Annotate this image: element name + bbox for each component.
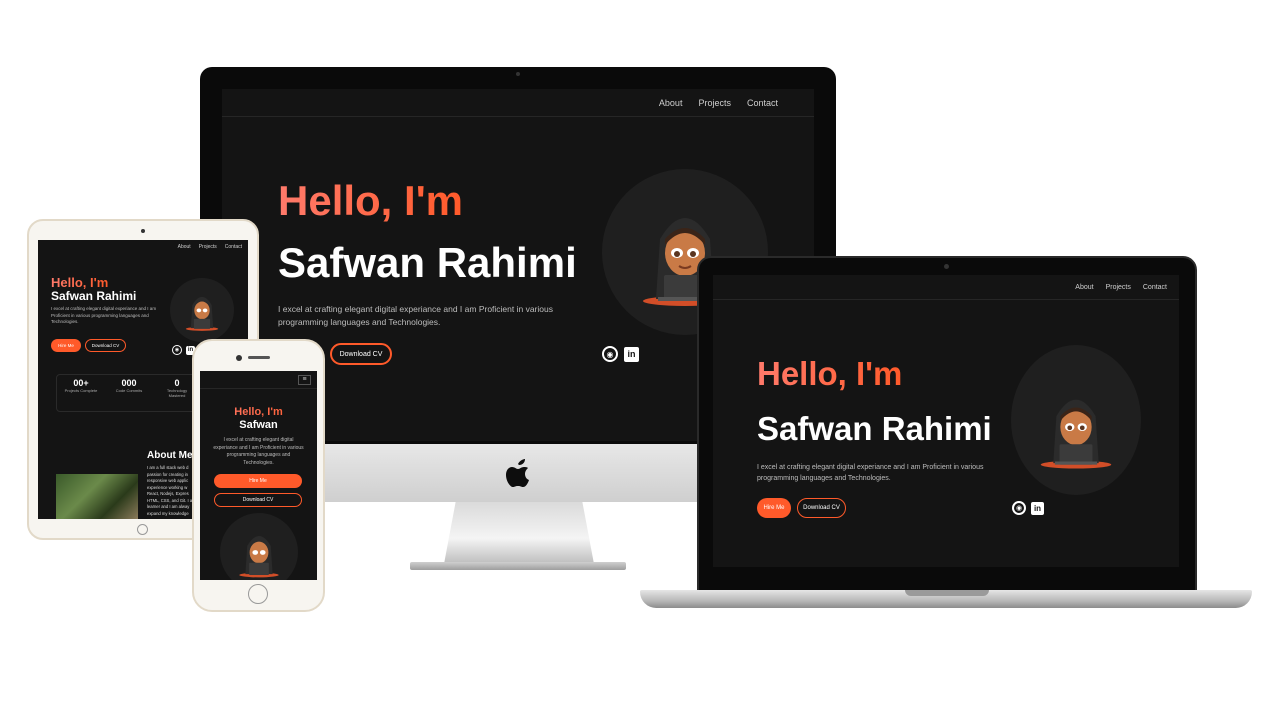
- stat-value: 000: [121, 378, 137, 388]
- hero-description: I excel at crafting elegant digital expe…: [51, 306, 157, 325]
- hero-description: I excel at crafting elegant digital expe…: [278, 304, 553, 327]
- download-cv-label: Download CV: [91, 343, 120, 348]
- stat-label: Technology Mastered: [166, 388, 188, 399]
- nav-projects[interactable]: Projects: [1106, 284, 1131, 291]
- social-links: ◉ in: [1012, 501, 1044, 515]
- nav-projects[interactable]: Projects: [199, 244, 217, 250]
- stat-label: Projects Complete: [64, 388, 98, 393]
- hero-hello: Hello, I'm: [200, 406, 317, 418]
- avatar-circle: [170, 278, 234, 342]
- github-icon[interactable]: ◉: [172, 345, 182, 355]
- hire-me-button[interactable]: Hire Me: [757, 498, 791, 518]
- hero-name: Safwan Rahimi: [278, 239, 577, 286]
- navbar: About Projects Contact: [38, 240, 248, 254]
- nav-about[interactable]: About: [178, 244, 191, 250]
- hero-hello: Hello, I'm: [757, 355, 903, 392]
- hire-me-label: Hire Me: [763, 505, 785, 511]
- phone-screen: ≡ Hello, I'm Safwan I excel at crafting …: [200, 371, 317, 580]
- stat-label: Code Commits: [115, 388, 143, 393]
- download-cv-label: Download CV: [803, 505, 840, 511]
- avatar-circle: [1011, 345, 1141, 495]
- hire-me-label: Hire Me: [58, 343, 74, 348]
- social-links: ◉ in: [602, 346, 639, 362]
- laptop-screen: About Projects Contact Hello, I'm Safwan…: [713, 275, 1179, 567]
- download-cv-button[interactable]: Download CV: [214, 493, 302, 507]
- download-cv-button[interactable]: Download CV: [85, 339, 126, 352]
- hero-hello: Hello, I'm: [51, 275, 109, 290]
- github-icon[interactable]: ◉: [1012, 501, 1026, 515]
- hero-description: I excel at crafting elegant digital expe…: [757, 464, 984, 482]
- hero-name: Safwan: [239, 419, 278, 431]
- stat-value: 00+: [73, 378, 89, 388]
- download-cv-button[interactable]: Download CV: [797, 498, 846, 518]
- download-cv-button[interactable]: Download CV: [330, 343, 392, 365]
- hamburger-menu-icon[interactable]: ≡: [298, 375, 311, 385]
- tablet-home-button[interactable]: [137, 524, 148, 535]
- navbar: About Projects Contact: [222, 89, 814, 117]
- download-cv-label: Download CV: [339, 350, 383, 358]
- phone-home-button[interactable]: [248, 584, 268, 604]
- avatar-illustration: [1040, 399, 1112, 469]
- nav-about[interactable]: About: [1075, 284, 1093, 291]
- nav-contact[interactable]: Contact: [225, 244, 242, 250]
- hire-me-label: Hire Me: [249, 478, 267, 484]
- hero-description: I excel at crafting elegant digital expe…: [213, 437, 304, 466]
- stat-item: 000 Code Commits: [112, 378, 146, 411]
- navbar: About Projects Contact: [713, 275, 1179, 300]
- avatar-illustration: [239, 536, 279, 578]
- linkedin-icon[interactable]: in: [624, 346, 639, 362]
- apple-logo-icon: [505, 455, 531, 487]
- nav-contact[interactable]: Contact: [747, 98, 778, 108]
- stat-item: 00+ Projects Complete: [64, 378, 98, 411]
- nav-about[interactable]: About: [659, 98, 683, 108]
- github-icon[interactable]: ◉: [602, 346, 618, 362]
- hero-name: Safwan Rahimi: [757, 410, 992, 447]
- hero-name: Safwan Rahimi: [51, 289, 137, 303]
- nav-projects[interactable]: Projects: [698, 98, 731, 108]
- about-photo: [56, 474, 138, 519]
- download-cv-label: Download CV: [242, 497, 274, 503]
- about-title: About Me: [147, 450, 193, 461]
- hire-me-button[interactable]: Hire Me: [214, 474, 302, 488]
- avatar-circle: [220, 513, 298, 580]
- nav-contact[interactable]: Contact: [1143, 284, 1167, 291]
- linkedin-icon[interactable]: in: [1031, 501, 1044, 515]
- hire-me-button[interactable]: Hire Me: [51, 339, 81, 352]
- avatar-illustration: [185, 296, 219, 331]
- hero-hello: Hello, I'm: [278, 177, 464, 224]
- stat-value: 0: [174, 378, 180, 388]
- imac-stand: [444, 500, 594, 564]
- stat-item: 0 Technology Mastered: [160, 378, 194, 411]
